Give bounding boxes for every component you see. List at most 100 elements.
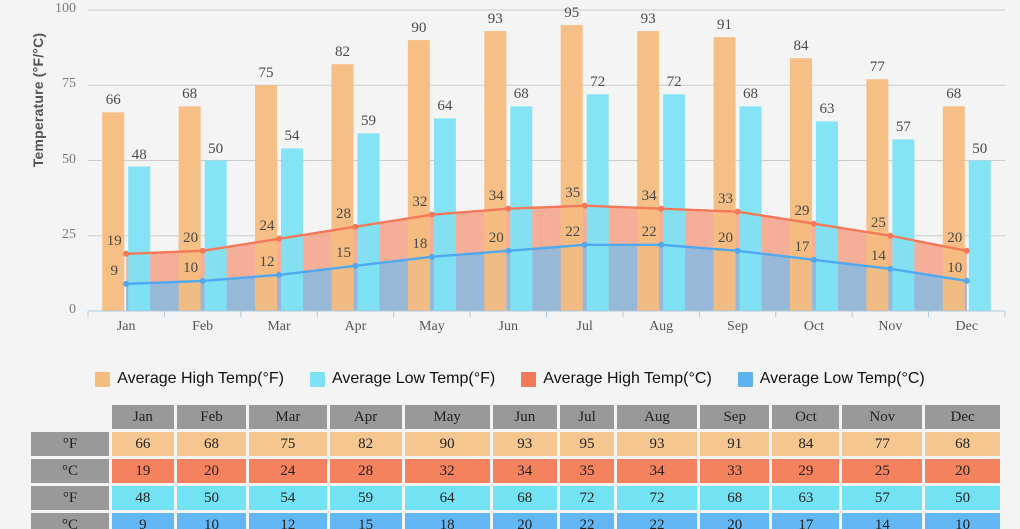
table-cell: 50 [925,486,1000,510]
data-point-label: 18 [412,235,428,252]
data-point-label: 22 [641,223,657,240]
table-cell: 32 [404,459,490,483]
data-point-label: 72 [590,74,606,91]
y-axis-tick-label: 0 [69,302,76,317]
x-axis-tick-label: Sep [727,319,749,334]
legend-swatch-icon [95,371,111,387]
table-cell: 20 [699,513,770,529]
x-axis-tick-label: Feb [192,319,214,334]
data-point-label: 63 [819,101,835,118]
table-column-header: Jun [492,405,557,429]
legend-item[interactable]: Average High Temp(°C) [521,370,712,388]
table-corner-cell [31,405,109,429]
legend-item[interactable]: Average Low Temp(°F) [310,370,495,388]
table-column-header: Nov [842,405,923,429]
y-axis-tick-label: 75 [62,76,76,92]
data-point-label: 24 [259,217,275,234]
table-cell: 68 [176,432,247,456]
table-cell: 35 [559,459,615,483]
x-axis-tick-label: Aug [649,319,674,334]
table-cell: 50 [176,486,247,510]
temperature-table: Jan Feb Mar Apr May Jun Jul Aug Sep Oct Nov Dec °F 6… [28,402,1003,529]
data-point-label: 48 [131,146,147,163]
x-axis-tick-label: May [419,319,445,334]
table-column-header: May [404,405,490,429]
table-cell: 57 [842,486,923,510]
table-column-header: Jan [112,405,174,429]
table-cell: 10 [176,513,247,529]
table-cell: 54 [249,486,327,510]
legend-label: Average High Temp(°F) [117,370,284,387]
data-point-label: 59 [360,113,376,130]
table-cell: 17 [772,513,840,529]
table-cell: 20 [492,513,557,529]
legend-item[interactable]: Average Low Temp(°C) [737,370,925,388]
x-axis-tick-label: Jun [498,319,518,334]
table-cell: 72 [559,486,615,510]
table-column-header: Jul [559,405,615,429]
table-cell: 15 [329,513,402,529]
table-column-header: Aug [617,405,697,429]
table-column-header: Apr [329,405,402,429]
data-point-label: 82 [334,44,350,61]
table-cell: 93 [617,432,697,456]
table-cell: 14 [842,513,923,529]
table-cell: 10 [925,513,1000,529]
data-point-label: 34 [641,187,657,204]
data-point-label: 28 [335,205,351,222]
temperature-table-wrap: Jan Feb Mar Apr May Jun Jul Aug Sep Oct Nov Dec °F 6… [28,402,1003,529]
data-point-label: 14 [870,247,886,264]
table-cell: 93 [492,432,557,456]
data-point-label: 20 [718,229,734,246]
table-cell: 77 [842,432,923,456]
data-point-label: 75 [258,65,274,82]
table-row: °F 66 68 75 82 90 93 95 93 91 84 77 68 [31,432,1000,456]
table-row: °F 48 50 54 59 64 68 72 72 68 63 57 50 [31,486,1000,510]
legend-label: Average Low Temp(°C) [759,370,925,387]
legend-item[interactable]: Average High Temp(°F) [95,370,284,388]
data-point-label: 34 [488,187,504,204]
x-axis-tick-label: Oct [803,319,825,334]
data-point-label: 12 [259,253,275,270]
table-column-header: Dec [925,405,1000,429]
chart-legend: Average High Temp(°F) Average Low Temp(°F… [0,362,1020,396]
data-point-label: 10 [947,259,963,276]
table-cell: 82 [329,432,402,456]
data-point-label: 20 [488,229,504,246]
data-point-label: 68 [946,86,962,103]
data-point-label: 25 [870,214,886,231]
data-point-label: 19 [106,232,122,249]
data-point-label: 84 [793,38,809,55]
table-cell: 22 [617,513,697,529]
table-cell: 12 [249,513,327,529]
y-axis-tick-label: 25 [62,226,76,242]
table-cell: 48 [112,486,174,510]
table-cell: 33 [699,459,770,483]
data-point-label: 22 [565,223,581,240]
data-point-label: 68 [182,86,198,103]
x-axis-tick-label: Mar [267,319,291,334]
data-point-label: 72 [666,74,682,91]
data-point-label: 35 [565,184,581,201]
data-point-label: 9 [110,262,118,279]
x-axis-tick-label: Apr [344,319,367,334]
legend-swatch-icon [310,371,325,387]
data-point-label: 95 [564,5,580,22]
table-column-header: Mar [249,405,327,429]
table-cell: 25 [842,459,923,483]
y-axis-tick-label: 100 [55,1,76,16]
x-axis-tick-label: Dec [955,319,979,334]
table-cell: 63 [772,486,840,510]
data-point-label: 17 [794,238,810,255]
table-cell: 66 [112,432,174,456]
table-cell: 20 [176,459,247,483]
table-cell: 34 [617,459,697,483]
data-point-label: 68 [513,86,529,103]
data-point-label: 15 [335,244,351,261]
chart-canvas [87,9,1006,317]
table-cell: 84 [772,432,840,456]
table-cell: 68 [699,486,770,510]
table-column-header: Sep [699,405,770,429]
data-point-label: 57 [895,119,911,136]
data-point-label: 66 [105,92,121,109]
